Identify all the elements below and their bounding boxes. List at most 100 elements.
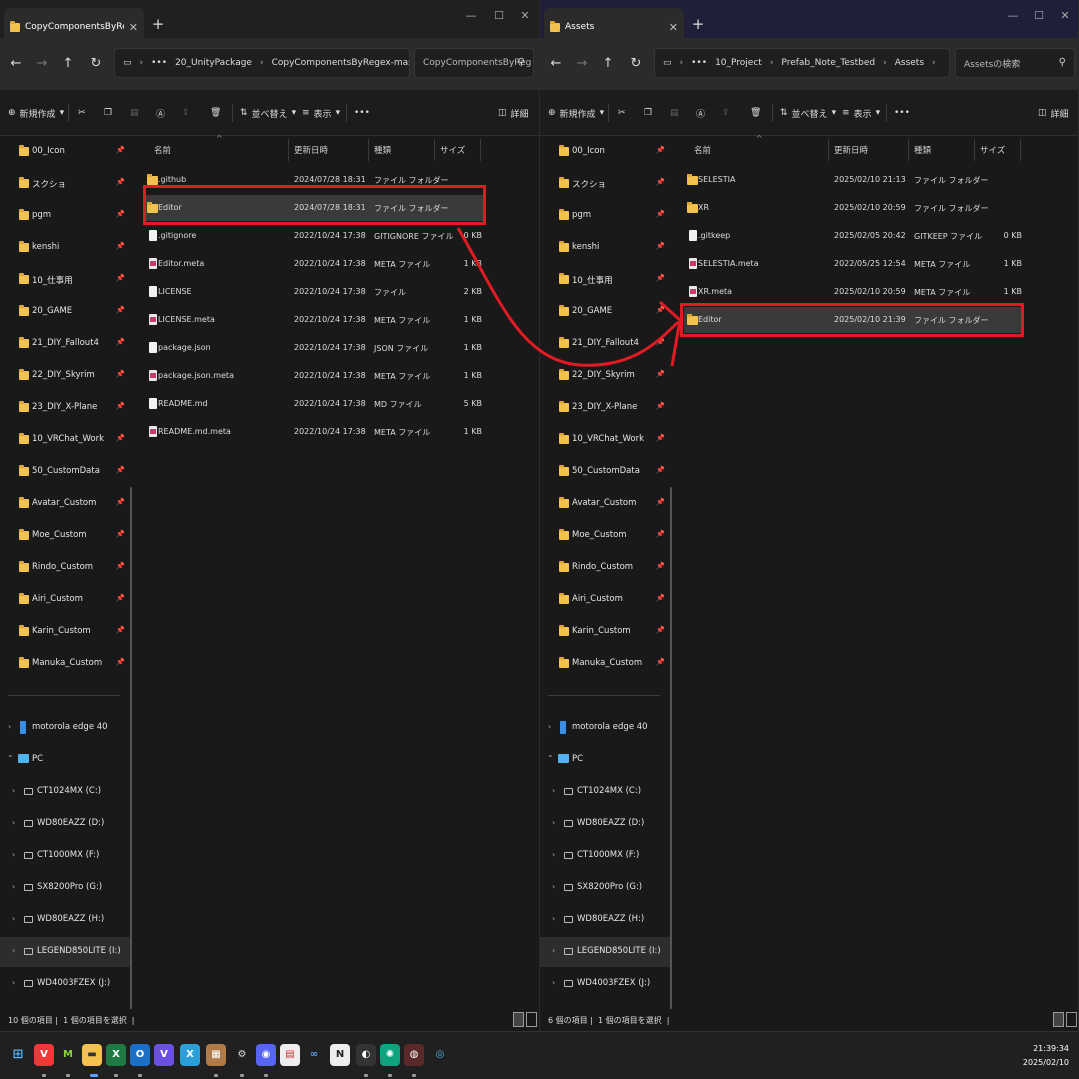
column-header-size[interactable]: サイズ xyxy=(440,144,465,168)
sidebar-item[interactable]: 22_DIY_Skyrim 📌 xyxy=(540,361,670,391)
pin-icon[interactable]: 📌 xyxy=(656,338,665,346)
app-panda-icon[interactable]: ◍ xyxy=(404,1044,424,1066)
sidebar-item-drive[interactable]: › WD80EAZZ (D:) xyxy=(0,809,130,839)
details-view-icon[interactable] xyxy=(1053,1012,1064,1027)
sidebar-item[interactable]: Airi_Custom 📌 xyxy=(0,585,130,615)
more-button[interactable]: ••• xyxy=(894,104,910,122)
sidebar-item[interactable]: Airi_Custom 📌 xyxy=(540,585,670,615)
refresh-button[interactable]: ↻ xyxy=(626,54,646,74)
minimize-button[interactable]: — xyxy=(1000,6,1026,26)
share-icon[interactable]: ⇪ xyxy=(722,104,730,122)
close-window-button[interactable]: ✕ xyxy=(512,6,538,26)
sidebar-item[interactable]: kenshi 📌 xyxy=(540,233,670,263)
pin-icon[interactable]: 📌 xyxy=(656,594,665,602)
chevron-right-icon[interactable]: › xyxy=(552,850,555,859)
breadcrumb-item[interactable]: Prefab_Note_Testbed xyxy=(781,58,875,68)
rename-icon[interactable]: Ⓐ xyxy=(696,104,705,122)
file-row[interactable]: LICENSE 2022/10/24 17:38 ファイル 2 KB xyxy=(144,279,484,305)
pin-icon[interactable]: 📌 xyxy=(656,498,665,506)
app-photo-icon[interactable]: ▦ xyxy=(206,1044,226,1066)
app-v-icon[interactable]: V xyxy=(154,1044,174,1066)
chevron-down-icon[interactable]: ⌄ xyxy=(7,750,14,759)
sidebar-item[interactable]: pgm 📌 xyxy=(540,201,670,231)
pin-icon[interactable]: 📌 xyxy=(656,178,665,186)
rename-icon[interactable]: Ⓐ xyxy=(156,104,165,122)
back-button[interactable]: ← xyxy=(6,54,26,74)
sidebar-item-drive[interactable]: › LEGEND850LITE (I:) xyxy=(0,937,130,967)
sidebar-item[interactable]: スクショ 📌 xyxy=(540,169,670,199)
pin-icon[interactable]: 📌 xyxy=(116,498,125,506)
new-button[interactable]: ⊕ 新規作成 ▾ xyxy=(548,104,604,122)
app-doc-icon[interactable]: ▤ xyxy=(280,1044,300,1066)
file-row[interactable]: LICENSE.meta 2022/10/24 17:38 META ファイル 1 K… xyxy=(144,307,484,333)
chevron-down-icon[interactable]: ⌄ xyxy=(547,750,554,759)
file-row[interactable]: .gitignore 2022/10/24 17:38 GITIGNORE ファイル… xyxy=(144,223,484,249)
copy-icon[interactable]: ❐ xyxy=(644,104,652,122)
file-row[interactable]: XR 2025/02/10 20:59 ファイル フォルダー xyxy=(684,195,1024,221)
cut-icon[interactable]: ✂ xyxy=(618,104,626,122)
sidebar-item[interactable]: Avatar_Custom 📌 xyxy=(540,489,670,519)
pin-icon[interactable]: 📌 xyxy=(656,146,665,154)
sidebar-item[interactable]: 10_VRChat_Work 📌 xyxy=(540,425,670,455)
pin-icon[interactable]: 📌 xyxy=(116,594,125,602)
sidebar-item-drive[interactable]: › CT1000MX (F:) xyxy=(540,841,670,871)
file-explorer-icon[interactable]: ▬ xyxy=(82,1044,102,1066)
maximize-button[interactable]: ☐ xyxy=(486,6,512,26)
address-bar[interactable]: ▭ › ••• 10_Project › Prefab_Note_Testbed… xyxy=(654,48,950,78)
view-button[interactable]: ≡ 表示 ▾ xyxy=(842,104,880,122)
chatgpt-icon[interactable]: ✺ xyxy=(380,1044,400,1066)
sidebar-item-drive[interactable]: › WD80EAZZ (H:) xyxy=(0,905,130,935)
file-row[interactable]: Editor.meta 2022/10/24 17:38 META ファイル 1 KB xyxy=(144,251,484,277)
sidebar-item[interactable]: 50_CustomData 📌 xyxy=(540,457,670,487)
sidebar-item-drive[interactable]: › SX8200Pro (G:) xyxy=(540,873,670,903)
details-button[interactable]: ◫ 詳細 xyxy=(1038,104,1069,122)
delete-icon[interactable]: 🗑 xyxy=(750,104,761,122)
pin-icon[interactable]: 📌 xyxy=(116,306,125,314)
chevron-right-icon[interactable]: › xyxy=(552,946,555,955)
file-row[interactable]: .gitkeep 2025/02/05 20:42 GITKEEP ファイル 0 KB xyxy=(684,223,1024,249)
pin-icon[interactable]: 📌 xyxy=(656,466,665,474)
file-row[interactable]: package.json.meta 2022/10/24 17:38 META ファ… xyxy=(144,363,484,389)
column-header-name[interactable]: 名前 xyxy=(154,144,171,168)
app-circle-icon[interactable]: ◐ xyxy=(356,1044,376,1066)
sidebar-scrollbar[interactable] xyxy=(130,487,132,1031)
pin-icon[interactable]: 📌 xyxy=(116,210,125,218)
clock[interactable]: 21:39:34 2025/02/10 xyxy=(1023,1042,1069,1070)
sidebar-item[interactable]: 00_Icon 📌 xyxy=(0,137,130,167)
pin-icon[interactable]: 📌 xyxy=(116,530,125,538)
sidebar-item[interactable]: 21_DIY_Fallout4 📌 xyxy=(540,329,670,359)
forward-button[interactable]: → xyxy=(32,54,52,74)
sidebar-item-drive[interactable]: › LEGEND850LITE (I:) xyxy=(540,937,670,967)
forward-button[interactable]: → xyxy=(572,54,592,74)
pin-icon[interactable]: 📌 xyxy=(656,210,665,218)
discord-icon[interactable]: ◉ xyxy=(256,1044,276,1066)
pin-icon[interactable]: 📌 xyxy=(116,466,125,474)
pin-icon[interactable]: 📌 xyxy=(656,274,665,282)
column-header-type[interactable]: 種類 xyxy=(914,144,931,168)
sort-button[interactable]: ⇅ 並べ替え ▾ xyxy=(240,104,296,122)
chevron-right-icon[interactable]: › xyxy=(8,722,11,731)
overflow-icon[interactable]: ••• xyxy=(691,58,707,68)
app-notion-icon[interactable]: N xyxy=(330,1044,350,1066)
steam-icon[interactable]: ⚙ xyxy=(232,1044,252,1066)
sidebar-item[interactable]: 00_Icon 📌 xyxy=(540,137,670,167)
share-icon[interactable]: ⇪ xyxy=(182,104,190,122)
more-button[interactable]: ••• xyxy=(354,104,370,122)
pin-icon[interactable]: 📌 xyxy=(656,530,665,538)
sidebar-item[interactable]: 20_GAME 📌 xyxy=(540,297,670,327)
search-input[interactable]: Assetsの検索 ⚲ xyxy=(955,48,1075,78)
file-row[interactable]: XR.meta 2025/02/10 20:59 META ファイル 1 KB xyxy=(684,279,1024,305)
back-button[interactable]: ← xyxy=(546,54,566,74)
breadcrumb-item[interactable]: CopyComponentsByRegex-master xyxy=(272,58,409,68)
start-icon[interactable]: ⊞ xyxy=(8,1044,28,1066)
column-separator[interactable] xyxy=(288,139,289,161)
new-tab-button[interactable]: + xyxy=(148,14,168,34)
paste-icon[interactable]: ▤ xyxy=(130,104,139,122)
sidebar-item-device[interactable]: › motorola edge 40 xyxy=(540,713,670,743)
chevron-right-icon[interactable]: › xyxy=(552,786,555,795)
sidebar-item-drive[interactable]: › CT1024MX (C:) xyxy=(540,777,670,807)
file-row[interactable]: SELESTIA 2025/02/10 21:13 ファイル フォルダー xyxy=(684,167,1024,193)
chevron-right-icon[interactable]: › xyxy=(12,914,15,923)
sort-button[interactable]: ⇅ 並べ替え ▾ xyxy=(780,104,836,122)
sidebar-item[interactable]: 21_DIY_Fallout4 📌 xyxy=(0,329,130,359)
